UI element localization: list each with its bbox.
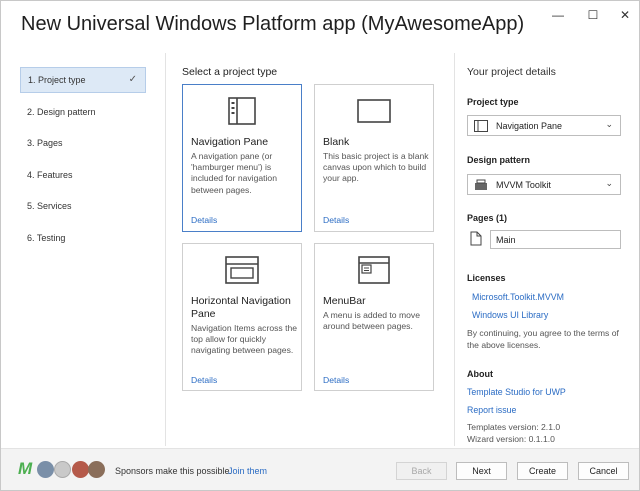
page-name-input[interactable]: Main bbox=[490, 230, 621, 249]
avatar[interactable] bbox=[88, 461, 105, 478]
close-button[interactable]: ✕ bbox=[610, 3, 640, 27]
blank-icon bbox=[315, 95, 433, 127]
avatar[interactable] bbox=[72, 461, 89, 478]
mvvm-icon bbox=[474, 179, 488, 193]
card-menubar[interactable]: MenuBar A menu is added to move around b… bbox=[314, 243, 434, 391]
step-project-type[interactable]: 1. Project type ✓ bbox=[20, 67, 146, 93]
report-issue-link[interactable]: Report issue bbox=[467, 405, 516, 415]
license-note-line: the above licenses. bbox=[467, 339, 541, 350]
wizard-version: Wizard version: 0.1.1.0 bbox=[467, 434, 555, 444]
card-navigation-pane[interactable]: Navigation Pane A navigation pane (or 'h… bbox=[182, 84, 302, 232]
steps-list: 1. Project type ✓ 2. Design pattern 3. P… bbox=[20, 67, 146, 256]
details-link[interactable]: Details bbox=[323, 375, 349, 385]
menubar-icon bbox=[315, 254, 433, 286]
card-description: This basic project is a blank canvas upo… bbox=[323, 151, 429, 184]
details-title: Your project details bbox=[467, 66, 556, 78]
license-link-winui[interactable]: Windows UI Library bbox=[472, 310, 548, 320]
window-title: New Universal Windows Platform app (MyAw… bbox=[21, 13, 525, 35]
template-studio-link[interactable]: Template Studio for UWP bbox=[467, 387, 566, 397]
step-label: 3. Pages bbox=[27, 138, 63, 148]
section-title: Select a project type bbox=[182, 66, 278, 78]
check-icon: ✓ bbox=[128, 74, 137, 85]
divider bbox=[165, 53, 166, 446]
page-icon bbox=[470, 231, 482, 251]
step-label: 4. Features bbox=[27, 169, 73, 180]
chevron-down-icon: ⌄ bbox=[605, 119, 613, 129]
step-label: 1. Project type bbox=[28, 75, 86, 85]
divider bbox=[454, 53, 455, 446]
maximize-button[interactable]: ☐ bbox=[578, 3, 608, 27]
back-button[interactable]: Back bbox=[396, 462, 447, 480]
chevron-down-icon: ⌄ bbox=[605, 178, 613, 188]
pages-label: Pages (1) bbox=[467, 213, 508, 223]
card-description: Navigation Items across the top allow fo… bbox=[191, 323, 298, 356]
navigation-pane-icon bbox=[183, 95, 301, 127]
card-blank[interactable]: Blank This basic project is a blank canv… bbox=[314, 84, 434, 232]
card-title: Navigation Pane bbox=[191, 136, 269, 148]
details-link[interactable]: Details bbox=[323, 215, 349, 225]
dropdown-value: Navigation Pane bbox=[496, 120, 563, 131]
card-description: A menu is added to move around between p… bbox=[323, 310, 420, 332]
license-note: By continuing, you agree to the terms of… bbox=[467, 328, 619, 351]
project-type-label: Project type bbox=[467, 97, 519, 107]
create-button[interactable]: Create bbox=[517, 462, 568, 480]
title-bar: New Universal Windows Platform app (MyAw… bbox=[1, 1, 639, 51]
license-link-mvvm[interactable]: Microsoft.Toolkit.MVVM bbox=[472, 292, 564, 302]
step-label: 5. Services bbox=[27, 201, 72, 211]
step-features[interactable]: 4. Features bbox=[20, 162, 146, 188]
design-pattern-label: Design pattern bbox=[467, 155, 531, 165]
step-label: 2. Design pattern bbox=[27, 106, 96, 117]
about-label: About bbox=[467, 369, 493, 379]
sponsors-text: Sponsors make this possible. bbox=[115, 466, 233, 476]
horizontal-navigation-icon bbox=[183, 254, 301, 286]
licenses-label: Licenses bbox=[467, 273, 506, 283]
card-horizontal-navigation-pane[interactable]: Horizontal Navigation Pane Navigation It… bbox=[182, 243, 302, 391]
card-title: Horizontal Navigation Pane bbox=[191, 295, 291, 320]
dropdown-value: MVVM Toolkit bbox=[496, 179, 551, 190]
step-pages[interactable]: 3. Pages bbox=[20, 130, 146, 156]
next-button[interactable]: Next bbox=[456, 462, 507, 480]
step-design-pattern[interactable]: 2. Design pattern bbox=[20, 99, 146, 125]
step-label: 6. Testing bbox=[27, 232, 66, 243]
step-testing[interactable]: 6. Testing bbox=[20, 225, 146, 251]
card-title: MenuBar bbox=[323, 295, 366, 307]
templates-version: Templates version: 2.1.0 bbox=[467, 422, 561, 432]
step-services[interactable]: 5. Services bbox=[20, 193, 146, 219]
avatar[interactable] bbox=[54, 461, 71, 478]
navigation-pane-icon bbox=[474, 120, 488, 134]
design-pattern-dropdown[interactable]: MVVM Toolkit ⌄ bbox=[467, 174, 621, 195]
project-type-dropdown[interactable]: Navigation Pane ⌄ bbox=[467, 115, 621, 136]
cancel-button[interactable]: Cancel bbox=[578, 462, 629, 480]
minimize-button[interactable]: — bbox=[543, 3, 573, 27]
wizard-window: New Universal Windows Platform app (MyAw… bbox=[0, 0, 640, 491]
card-title: Blank bbox=[323, 136, 350, 148]
sponsor-logo: M bbox=[18, 459, 33, 478]
details-link[interactable]: Details bbox=[191, 215, 217, 225]
details-link[interactable]: Details bbox=[191, 375, 217, 385]
join-them-link[interactable]: Join them bbox=[228, 466, 267, 476]
footer-bar: M Sponsors make this possible. Join them… bbox=[1, 448, 639, 490]
license-note-line: By continuing, you agree to the terms of bbox=[467, 328, 619, 338]
avatar[interactable] bbox=[37, 461, 54, 478]
card-description: A navigation pane (or 'hamburger menu') … bbox=[191, 151, 277, 195]
